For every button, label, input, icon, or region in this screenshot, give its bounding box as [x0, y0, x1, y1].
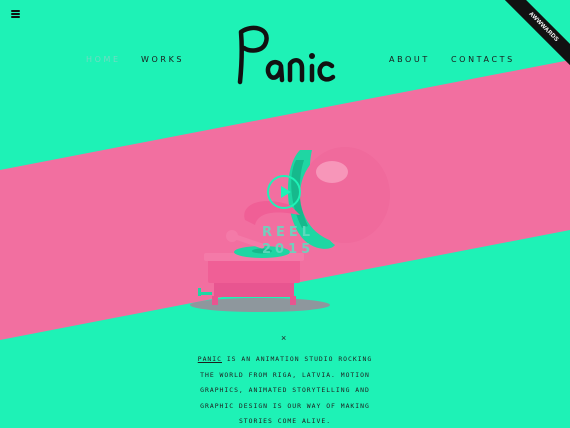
nav-about[interactable]: ABOUT [389, 55, 430, 64]
nav-home[interactable]: HOME [86, 55, 121, 64]
brand-name[interactable]: PANIC [198, 355, 222, 363]
reel-line-1: REEL [262, 225, 315, 240]
close-icon[interactable]: × [281, 333, 286, 343]
description-text: IS AN ANIMATION STUDIO ROCKING THE WORLD… [200, 355, 373, 425]
studio-description: PANIC IS AN ANIMATION STUDIO ROCKING THE… [195, 352, 375, 428]
nav-works[interactable]: WORKS [141, 55, 184, 64]
reel-line-2: 2015 [262, 242, 315, 257]
reel-title: REEL 2015 [262, 224, 314, 258]
nav-contacts[interactable]: CONTACTS [451, 55, 515, 64]
menu-icon[interactable] [11, 10, 20, 18]
play-icon[interactable] [267, 175, 301, 209]
panic-logo[interactable] [232, 22, 338, 92]
